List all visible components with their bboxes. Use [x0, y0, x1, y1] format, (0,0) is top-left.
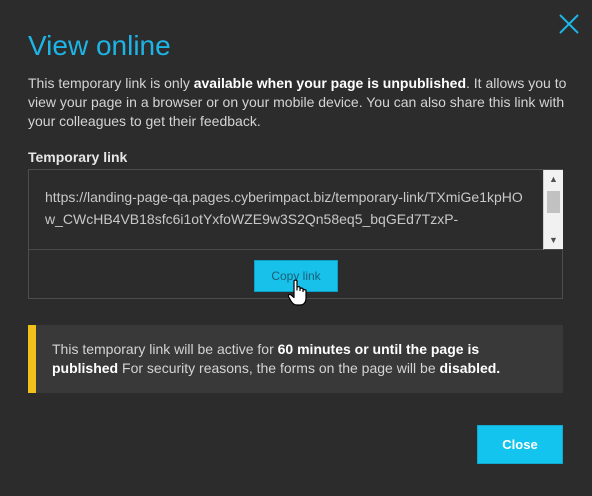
arrow-down-icon[interactable]: ▼ — [544, 232, 563, 248]
intro-text-bold: available when your page is unpublished — [193, 75, 467, 91]
intro-text: This temporary link is only available wh… — [28, 74, 568, 131]
notice-text-part: For security reasons, the forms on the p… — [118, 360, 440, 376]
expiration-notice: This temporary link will be active for 6… — [28, 325, 563, 393]
hand-pointer-icon — [287, 279, 307, 306]
intro-text-part: This temporary link is only — [28, 75, 194, 91]
close-icon[interactable] — [556, 11, 582, 37]
view-online-dialog: View online This temporary link is only … — [0, 0, 592, 496]
temporary-link-textarea[interactable]: https://landing-page-qa.pages.cyberimpac… — [29, 170, 545, 250]
notice-text-part: This temporary link will be active for — [52, 341, 278, 357]
notice-text-bold: disabled. — [439, 360, 501, 376]
dialog-title: View online — [28, 30, 171, 61]
temporary-link-label: Temporary link — [28, 149, 128, 165]
textarea-scrollbar[interactable]: ▲ ▼ — [543, 170, 563, 250]
close-button[interactable]: Close — [477, 425, 563, 464]
scrollbar-thumb[interactable] — [547, 191, 560, 213]
arrow-up-icon[interactable]: ▲ — [544, 171, 563, 187]
